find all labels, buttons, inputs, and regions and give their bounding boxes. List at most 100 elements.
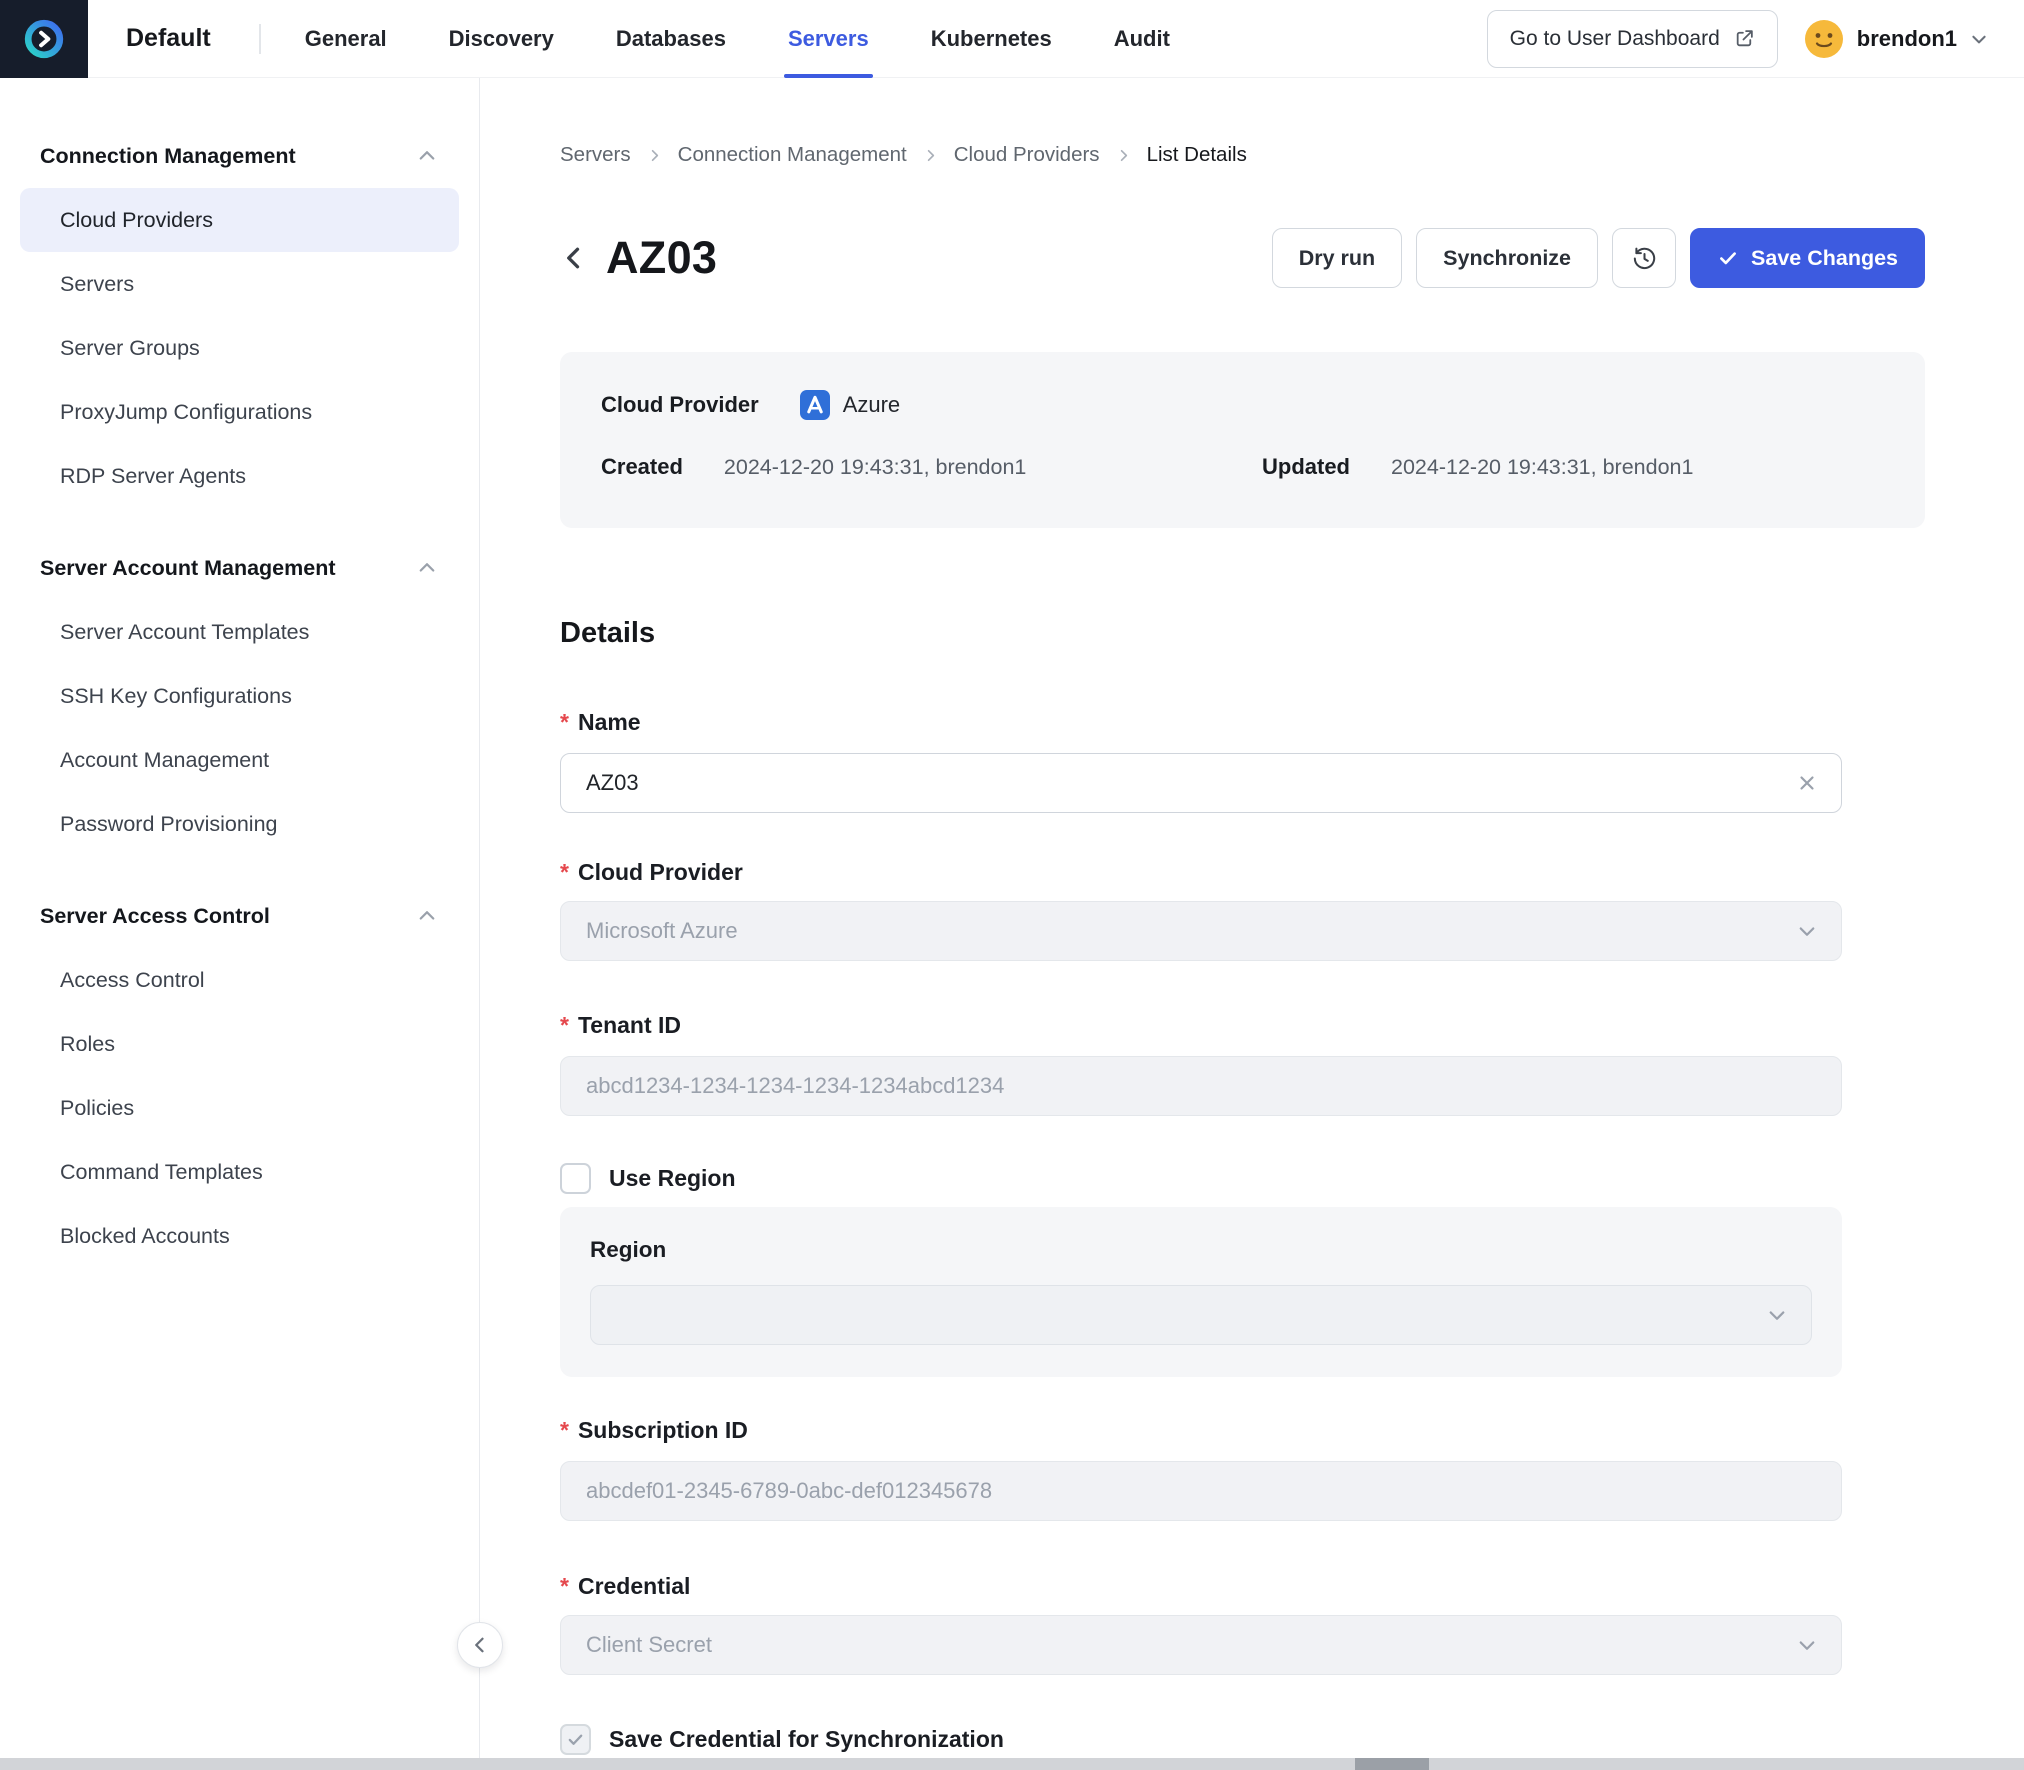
summary-provider-row: Cloud Provider Azure bbox=[601, 390, 1884, 420]
save-changes-button[interactable]: Save Changes bbox=[1690, 228, 1925, 288]
sidebar-item-roles[interactable]: Roles bbox=[20, 1012, 459, 1076]
cloud-provider-select: Microsoft Azure bbox=[560, 901, 1842, 961]
sidebar-item-proxyjump-configurations[interactable]: ProxyJump Configurations bbox=[20, 380, 459, 444]
sidebar-section-title-connection-management[interactable]: Connection Management bbox=[20, 124, 459, 188]
sidebar-item-cloud-providers[interactable]: Cloud Providers bbox=[20, 188, 459, 252]
credential-value: Client Secret bbox=[586, 1632, 712, 1658]
chevron-right-icon bbox=[1116, 148, 1131, 163]
name-input[interactable] bbox=[560, 753, 1842, 813]
sidebar-item-access-control[interactable]: Access Control bbox=[20, 948, 459, 1012]
required-marker: * bbox=[560, 1573, 569, 1600]
cloud-provider-value: Microsoft Azure bbox=[586, 918, 738, 944]
credential-select: Client Secret bbox=[560, 1615, 1842, 1675]
breadcrumb: Servers Connection Management Cloud Prov… bbox=[560, 142, 1925, 168]
provider-name: Azure bbox=[843, 392, 900, 418]
breadcrumb-cloud-providers[interactable]: Cloud Providers bbox=[954, 143, 1100, 167]
back-button[interactable] bbox=[552, 236, 596, 280]
section-title-label: Connection Management bbox=[40, 144, 296, 169]
field-credential: * Credential Client Secret bbox=[560, 1572, 1842, 1675]
sidebar-section-title-server-access-control[interactable]: Server Access Control bbox=[20, 884, 459, 948]
history-button[interactable] bbox=[1612, 228, 1676, 288]
tenant-id-input bbox=[560, 1056, 1842, 1116]
clear-icon[interactable] bbox=[1796, 772, 1818, 794]
field-name: * Name bbox=[560, 708, 1842, 813]
page-title: AZ03 bbox=[606, 232, 717, 284]
nav-item-kubernetes[interactable]: Kubernetes bbox=[931, 0, 1052, 78]
sidebar-collapse-button[interactable] bbox=[457, 1622, 503, 1668]
region-select bbox=[590, 1285, 1812, 1345]
chevron-right-icon bbox=[647, 148, 662, 163]
bottom-bar-partial-element bbox=[1355, 1758, 1429, 1770]
page-actions: Dry run Synchronize Save Changes bbox=[1272, 228, 1925, 288]
chevron-down-icon bbox=[1970, 30, 1988, 48]
sidebar-item-policies[interactable]: Policies bbox=[20, 1076, 459, 1140]
tenant-id-label: Tenant ID bbox=[578, 1012, 681, 1039]
region-panel: Region bbox=[560, 1207, 1842, 1377]
history-icon bbox=[1631, 245, 1658, 272]
navbar-divider bbox=[259, 24, 261, 54]
avatar bbox=[1804, 19, 1844, 59]
chevron-up-icon bbox=[417, 558, 437, 578]
app-logo[interactable] bbox=[0, 0, 88, 78]
chevron-up-icon bbox=[417, 906, 437, 926]
section-title-label: Server Access Control bbox=[40, 904, 270, 929]
nav-item-servers[interactable]: Servers bbox=[788, 0, 869, 78]
nav-item-general[interactable]: General bbox=[305, 0, 387, 78]
bottom-cutoff-bar bbox=[0, 1758, 2024, 1770]
sidebar-item-server-groups[interactable]: Server Groups bbox=[20, 316, 459, 380]
created-value: 2024-12-20 19:43:31, brendon1 bbox=[724, 455, 1026, 480]
field-tenant-id: * Tenant ID bbox=[560, 1011, 1842, 1116]
save-credential-checkbox: Save Credential for Synchronization bbox=[560, 1724, 1004, 1755]
breadcrumb-list-details: List Details bbox=[1147, 143, 1247, 167]
field-cloud-provider: * Cloud Provider Microsoft Azure bbox=[560, 858, 1842, 961]
workspace-name[interactable]: Default bbox=[126, 24, 211, 53]
dry-run-button[interactable]: Dry run bbox=[1272, 228, 1402, 288]
external-link-icon bbox=[1734, 28, 1755, 49]
nav-item-databases[interactable]: Databases bbox=[616, 0, 726, 78]
breadcrumb-servers[interactable]: Servers bbox=[560, 143, 631, 167]
primary-nav: General Discovery Databases Servers Kube… bbox=[305, 0, 1170, 78]
sidebar-item-server-account-templates[interactable]: Server Account Templates bbox=[20, 600, 459, 664]
sidebar-item-account-management[interactable]: Account Management bbox=[20, 728, 459, 792]
name-label: Name bbox=[578, 709, 641, 736]
checkbox-checked bbox=[560, 1724, 591, 1755]
sidebar-item-password-provisioning[interactable]: Password Provisioning bbox=[20, 792, 459, 856]
sidebar: Connection Management Cloud Providers Se… bbox=[0, 78, 480, 1770]
user-menu[interactable]: brendon1 bbox=[1804, 19, 1988, 59]
chevron-right-icon bbox=[923, 148, 938, 163]
sidebar-item-rdp-server-agents[interactable]: RDP Server Agents bbox=[20, 444, 459, 508]
sidebar-item-command-templates[interactable]: Command Templates bbox=[20, 1140, 459, 1204]
synchronize-button[interactable]: Synchronize bbox=[1416, 228, 1598, 288]
sidebar-item-ssh-key-configurations[interactable]: SSH Key Configurations bbox=[20, 664, 459, 728]
updated-value: 2024-12-20 19:43:31, brendon1 bbox=[1391, 455, 1693, 480]
chevron-down-icon bbox=[1767, 1305, 1787, 1325]
chevron-up-icon bbox=[417, 146, 437, 166]
field-subscription-id: * Subscription ID bbox=[560, 1416, 1842, 1521]
provider-value: Azure bbox=[800, 390, 900, 420]
sidebar-section-title-server-account-management[interactable]: Server Account Management bbox=[20, 536, 459, 600]
check-icon bbox=[1717, 247, 1739, 269]
checkbox-unchecked bbox=[560, 1163, 591, 1194]
nav-item-discovery[interactable]: Discovery bbox=[449, 0, 554, 78]
sidebar-section-server-account-management: Server Account Management Server Account… bbox=[20, 536, 459, 856]
breadcrumb-connection-management[interactable]: Connection Management bbox=[678, 143, 907, 167]
details-heading: Details bbox=[560, 617, 1925, 651]
save-credential-label: Save Credential for Synchronization bbox=[609, 1726, 1004, 1753]
app-root: Default General Discovery Databases Serv… bbox=[0, 0, 2024, 1770]
created-label: Created bbox=[601, 454, 683, 480]
section-title-label: Server Account Management bbox=[40, 556, 336, 581]
main-content: Servers Connection Management Cloud Prov… bbox=[480, 78, 2024, 1770]
nav-item-audit[interactable]: Audit bbox=[1114, 0, 1170, 78]
top-navbar: Default General Discovery Databases Serv… bbox=[0, 0, 2024, 78]
user-name: brendon1 bbox=[1857, 26, 1957, 52]
go-to-user-dashboard-button[interactable]: Go to User Dashboard bbox=[1487, 10, 1778, 68]
subscription-id-input bbox=[560, 1461, 1842, 1521]
use-region-checkbox[interactable]: Use Region bbox=[560, 1163, 736, 1194]
navbar-right: Go to User Dashboard brendon1 bbox=[1487, 10, 2024, 68]
chevron-down-icon bbox=[1797, 921, 1817, 941]
chevron-left-icon bbox=[560, 244, 588, 272]
sidebar-item-blocked-accounts[interactable]: Blocked Accounts bbox=[20, 1204, 459, 1268]
summary-card: Cloud Provider Azure bbox=[560, 352, 1925, 528]
sidebar-item-servers[interactable]: Servers bbox=[20, 252, 459, 316]
save-changes-label: Save Changes bbox=[1751, 246, 1898, 271]
